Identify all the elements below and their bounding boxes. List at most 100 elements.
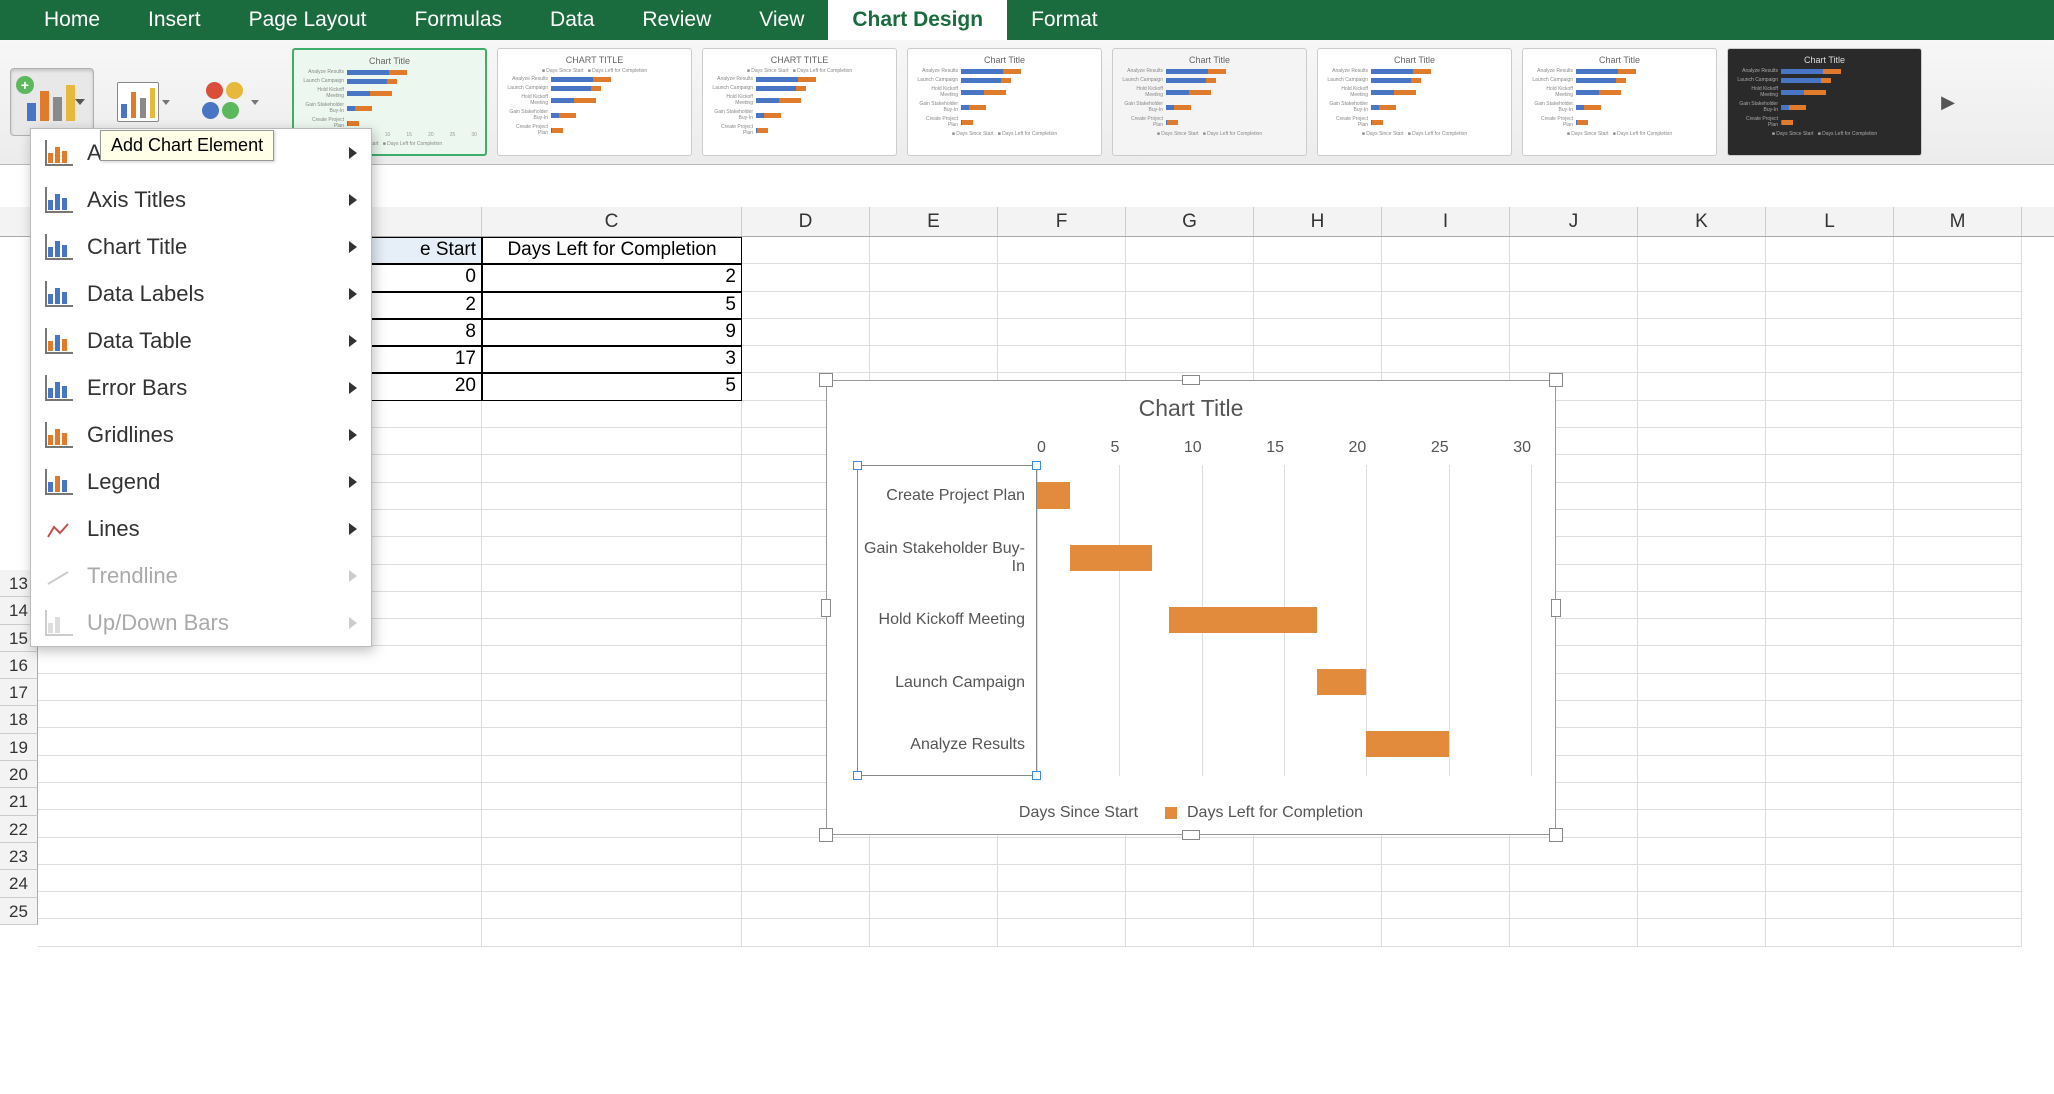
cell[interactable]: 3 bbox=[482, 346, 742, 373]
cell[interactable] bbox=[38, 783, 482, 810]
row-header[interactable]: 16 bbox=[0, 652, 38, 679]
cell[interactable] bbox=[1766, 810, 1894, 837]
tab-data[interactable]: Data bbox=[526, 0, 618, 40]
chart-style-3[interactable]: CHART TITLE ■ Days Since Start ■ Days Le… bbox=[702, 48, 897, 156]
cell[interactable] bbox=[1766, 319, 1894, 346]
cell[interactable] bbox=[1638, 346, 1766, 373]
cell[interactable] bbox=[1894, 373, 2022, 400]
cell[interactable] bbox=[870, 264, 998, 291]
cell[interactable] bbox=[1638, 292, 1766, 319]
cell[interactable] bbox=[1382, 237, 1510, 264]
cell[interactable] bbox=[1766, 401, 1894, 428]
row-header[interactable]: 21 bbox=[0, 788, 38, 815]
row-header[interactable]: 24 bbox=[0, 870, 38, 897]
bar-segment[interactable] bbox=[1169, 607, 1317, 633]
chart-style-5[interactable]: Chart Title Analyze Results Launch Campa… bbox=[1112, 48, 1307, 156]
cell[interactable] bbox=[1894, 810, 2022, 837]
cell[interactable] bbox=[1638, 537, 1766, 564]
cell[interactable] bbox=[1894, 919, 2022, 946]
cell[interactable] bbox=[1894, 319, 2022, 346]
cell[interactable] bbox=[1894, 537, 2022, 564]
cell[interactable] bbox=[742, 292, 870, 319]
cell[interactable] bbox=[870, 292, 998, 319]
cell[interactable] bbox=[1894, 728, 2022, 755]
embedded-chart[interactable]: Chart Title 0 5 10 15 20 25 30 Create Pr… bbox=[826, 380, 1556, 835]
cell[interactable] bbox=[1126, 237, 1254, 264]
cell[interactable] bbox=[1894, 701, 2022, 728]
cell[interactable] bbox=[1638, 701, 1766, 728]
resize-handle[interactable] bbox=[819, 828, 833, 842]
cell[interactable] bbox=[1894, 264, 2022, 291]
cell[interactable] bbox=[482, 892, 742, 919]
cell[interactable] bbox=[38, 756, 482, 783]
cell[interactable] bbox=[1126, 292, 1254, 319]
cell[interactable] bbox=[1766, 264, 1894, 291]
menu-data-labels[interactable]: Data Labels bbox=[31, 270, 371, 317]
cell[interactable] bbox=[38, 728, 482, 755]
cell[interactable] bbox=[482, 756, 742, 783]
cell[interactable] bbox=[1510, 892, 1638, 919]
cell[interactable] bbox=[1766, 783, 1894, 810]
cell[interactable] bbox=[1766, 838, 1894, 865]
chart-style-4[interactable]: Chart Title Analyze Results Launch Campa… bbox=[907, 48, 1102, 156]
cell[interactable] bbox=[1638, 674, 1766, 701]
selection-handle[interactable] bbox=[1032, 771, 1041, 780]
cell[interactable] bbox=[742, 319, 870, 346]
cell[interactable] bbox=[38, 646, 482, 673]
cell[interactable] bbox=[1894, 455, 2022, 482]
cell[interactable] bbox=[1766, 756, 1894, 783]
cell[interactable] bbox=[1638, 401, 1766, 428]
cell[interactable] bbox=[1254, 319, 1382, 346]
cell[interactable] bbox=[1766, 510, 1894, 537]
row-header[interactable]: 19 bbox=[0, 734, 38, 761]
cell[interactable] bbox=[38, 838, 482, 865]
cell[interactable] bbox=[742, 264, 870, 291]
cell[interactable] bbox=[998, 292, 1126, 319]
col-header[interactable]: K bbox=[1638, 207, 1766, 236]
chart-style-6[interactable]: Chart Title Analyze Results Launch Campa… bbox=[1317, 48, 1512, 156]
cell[interactable] bbox=[1766, 565, 1894, 592]
cell[interactable] bbox=[1638, 728, 1766, 755]
resize-handle[interactable] bbox=[1182, 830, 1200, 840]
cell[interactable] bbox=[1638, 565, 1766, 592]
selection-handle[interactable] bbox=[1032, 461, 1041, 470]
cell[interactable] bbox=[482, 728, 742, 755]
col-header[interactable]: M bbox=[1894, 207, 2022, 236]
menu-error-bars[interactable]: Error Bars bbox=[31, 364, 371, 411]
cell[interactable] bbox=[742, 838, 870, 865]
tab-view[interactable]: View bbox=[735, 0, 828, 40]
cell[interactable] bbox=[1766, 455, 1894, 482]
cell[interactable] bbox=[1382, 838, 1510, 865]
cell[interactable] bbox=[38, 892, 482, 919]
cell[interactable] bbox=[1510, 838, 1638, 865]
chart-style-7[interactable]: Chart Title Analyze Results Launch Campa… bbox=[1522, 48, 1717, 156]
tab-insert[interactable]: Insert bbox=[124, 0, 225, 40]
cell[interactable] bbox=[1766, 892, 1894, 919]
chart-legend[interactable]: Days Since Start Days Left for Completio… bbox=[827, 804, 1555, 822]
cell[interactable] bbox=[1638, 783, 1766, 810]
cell[interactable]: 5 bbox=[482, 292, 742, 319]
resize-handle[interactable] bbox=[819, 373, 833, 387]
cell[interactable] bbox=[1510, 346, 1638, 373]
cell[interactable] bbox=[1766, 237, 1894, 264]
cell[interactable] bbox=[1766, 373, 1894, 400]
col-header[interactable]: D bbox=[742, 207, 870, 236]
cell[interactable] bbox=[482, 919, 742, 946]
cell[interactable] bbox=[1638, 510, 1766, 537]
cell[interactable] bbox=[482, 810, 742, 837]
cell[interactable] bbox=[870, 346, 998, 373]
cell[interactable] bbox=[482, 838, 742, 865]
cell[interactable] bbox=[1638, 892, 1766, 919]
cell[interactable] bbox=[38, 919, 482, 946]
cell[interactable]: 2 bbox=[482, 264, 742, 291]
cell[interactable] bbox=[482, 865, 742, 892]
cell[interactable] bbox=[1894, 346, 2022, 373]
gallery-next-button[interactable]: ▶ bbox=[1936, 82, 1960, 122]
cell[interactable] bbox=[870, 892, 998, 919]
cell[interactable] bbox=[1510, 319, 1638, 346]
col-header[interactable]: J bbox=[1510, 207, 1638, 236]
selection-handle[interactable] bbox=[853, 461, 862, 470]
cell[interactable] bbox=[998, 892, 1126, 919]
col-header[interactable]: H bbox=[1254, 207, 1382, 236]
bar-segment[interactable] bbox=[1070, 545, 1152, 571]
